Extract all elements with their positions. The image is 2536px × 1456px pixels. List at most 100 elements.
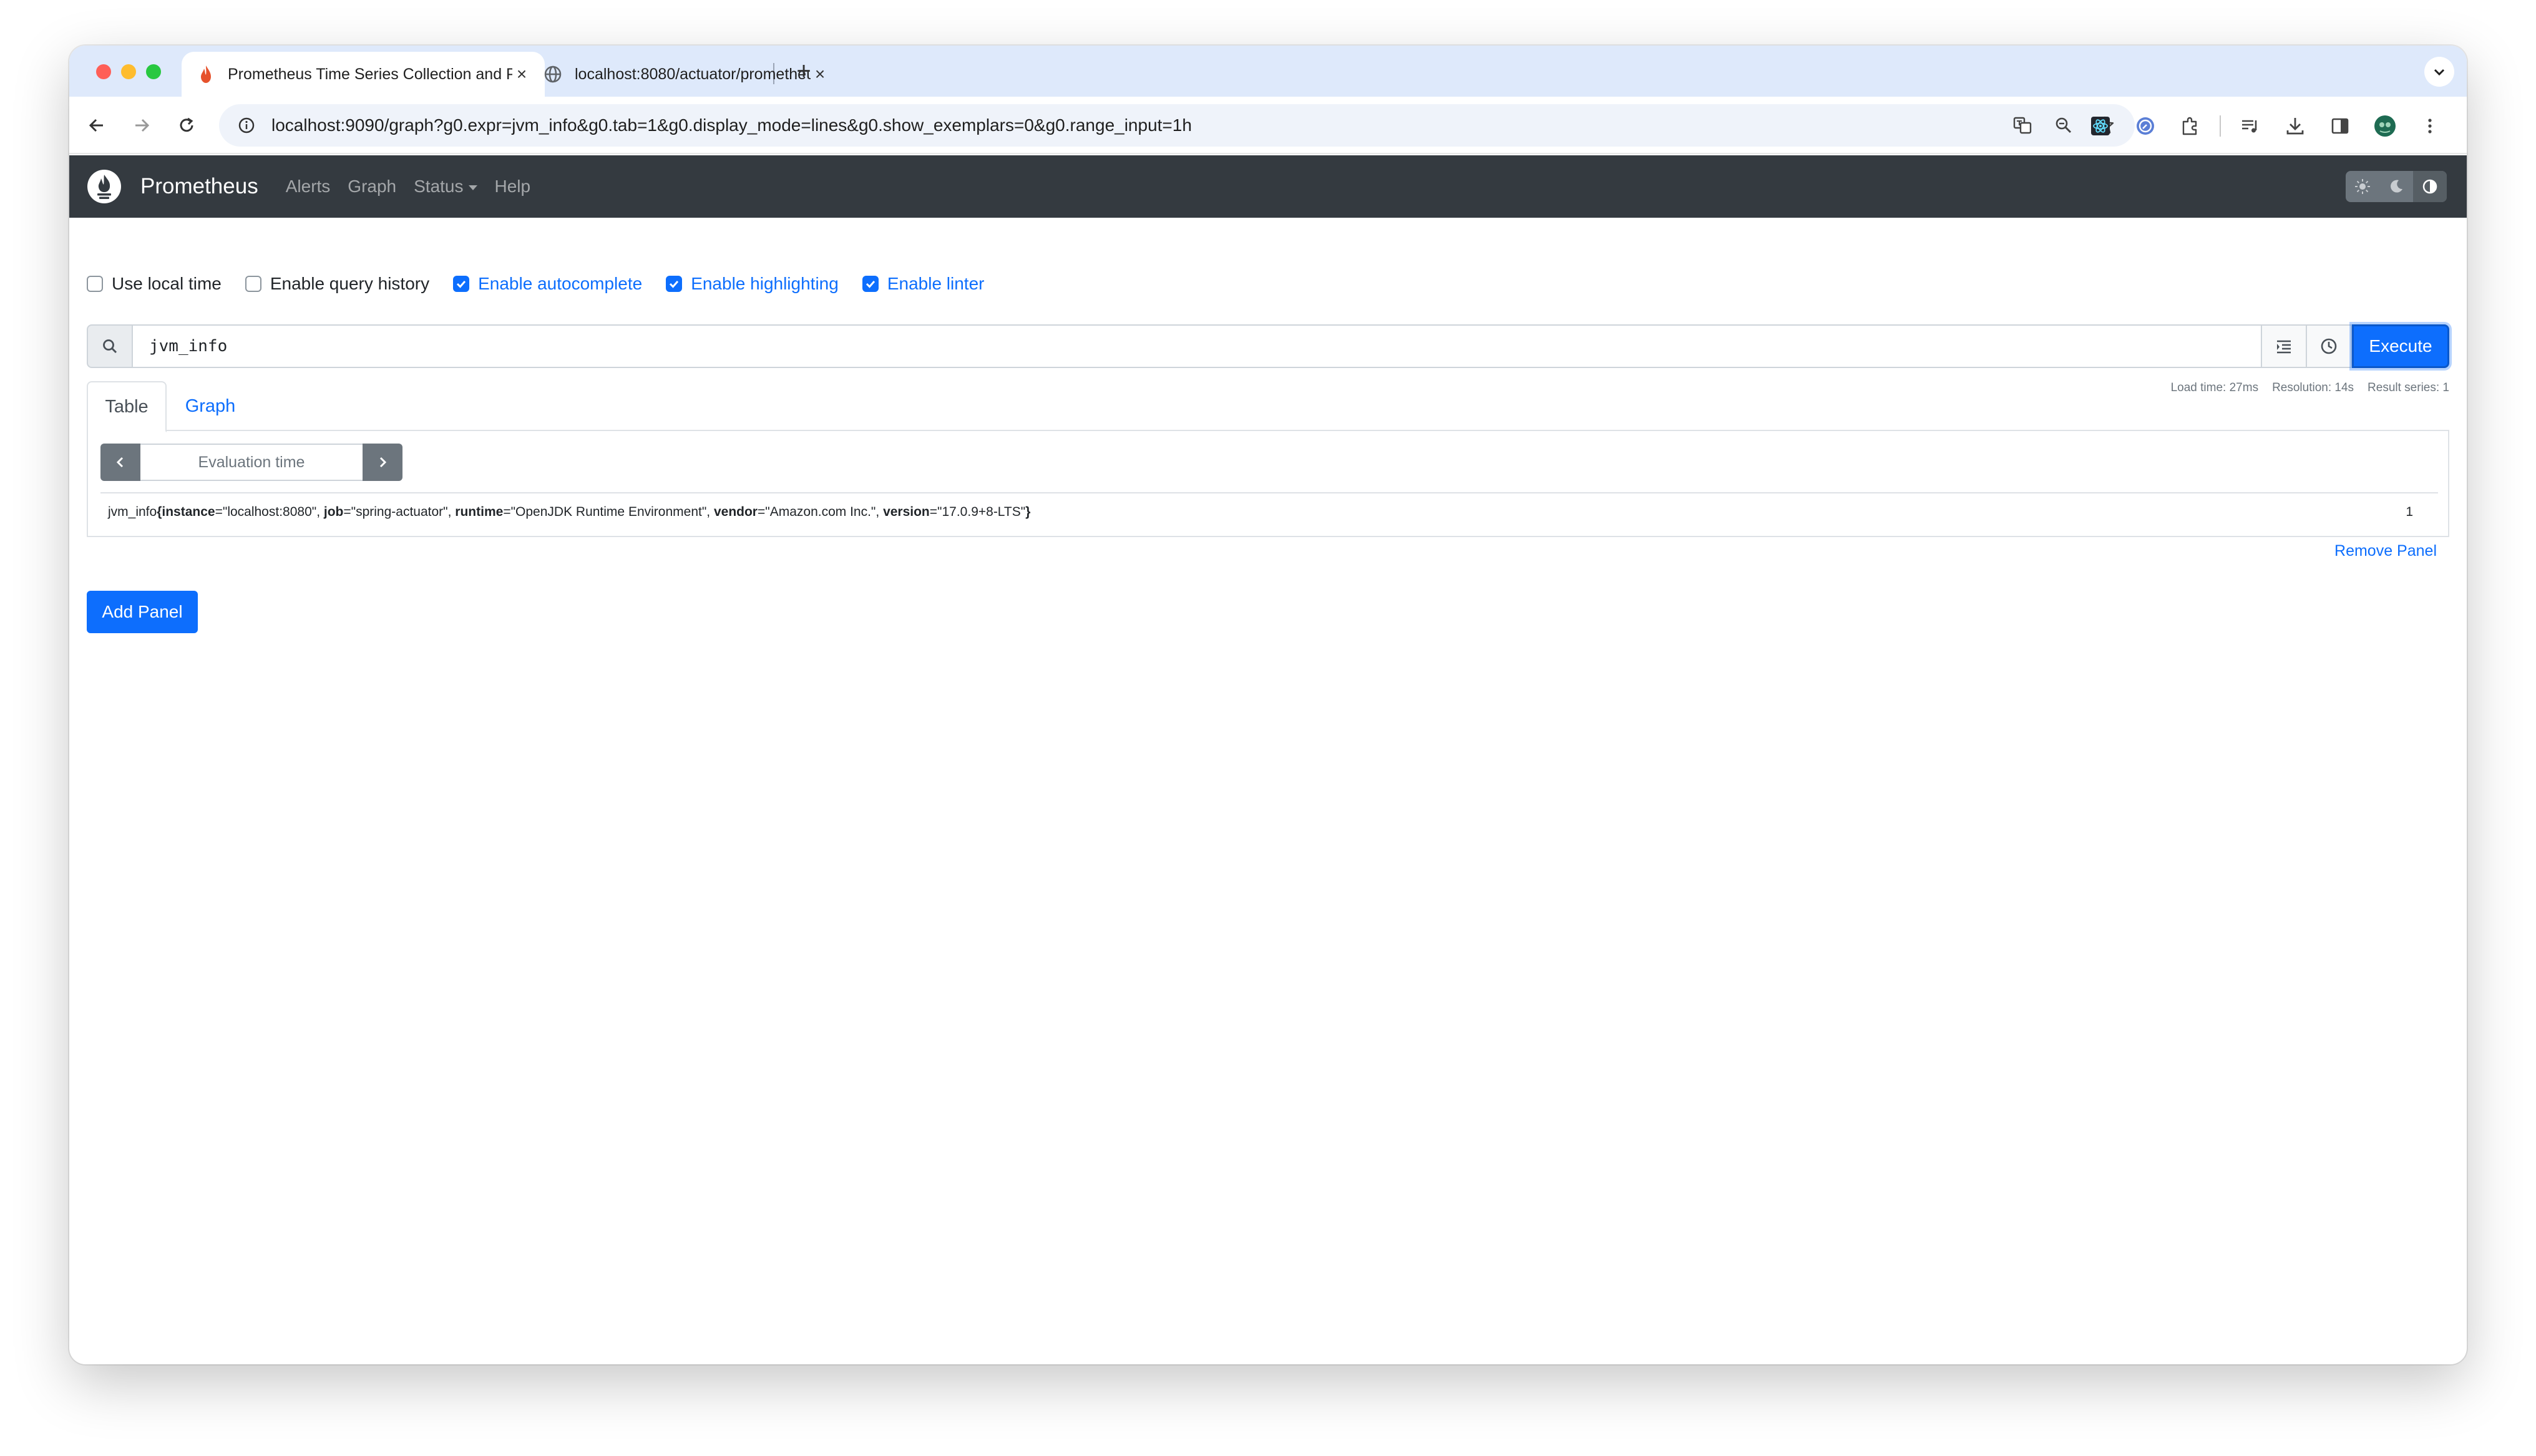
theme-switcher bbox=[2346, 171, 2447, 202]
label-value: "Amazon.com Inc." bbox=[765, 505, 876, 519]
back-button[interactable] bbox=[82, 110, 112, 140]
label-value: "spring-actuator" bbox=[351, 505, 448, 519]
checkbox-checked[interactable] bbox=[666, 276, 683, 292]
toolbar-separator bbox=[2220, 115, 2221, 137]
checkbox-checked[interactable] bbox=[862, 276, 879, 292]
option-label: Enable query history bbox=[270, 274, 430, 293]
history-button[interactable] bbox=[2307, 324, 2352, 368]
chevron-left-icon bbox=[116, 457, 124, 468]
side-panel-icon[interactable] bbox=[2324, 110, 2356, 142]
browser-tab-actuator[interactable]: localhost:8080/actuator/prometheus × bbox=[469, 52, 843, 97]
label-name: version bbox=[883, 505, 930, 519]
caret-down-icon bbox=[468, 185, 477, 190]
expression-input-group: jvm_info Execute bbox=[87, 324, 2449, 368]
expression-input[interactable]: jvm_info bbox=[133, 324, 2262, 368]
list-icon bbox=[2277, 340, 2291, 354]
option-query-history[interactable]: Enable query history bbox=[245, 274, 429, 294]
new-tab-button[interactable]: + bbox=[788, 56, 819, 87]
address-bar[interactable]: localhost:9090/graph?g0.expr=jvm_info&g0… bbox=[219, 104, 2135, 147]
series-value: 1 bbox=[2406, 505, 2413, 519]
label-value: "OpenJDK Runtime Environment" bbox=[510, 505, 707, 519]
option-highlighting[interactable]: Enable highlighting bbox=[666, 274, 839, 294]
option-linter[interactable]: Enable linter bbox=[862, 274, 985, 294]
prometheus-logo-icon[interactable] bbox=[87, 169, 122, 204]
checkbox[interactable] bbox=[245, 276, 261, 292]
browser-toolbar: localhost:9090/graph?g0.expr=jvm_info&g0… bbox=[69, 97, 2467, 154]
add-panel-button[interactable]: Add Panel bbox=[87, 591, 198, 633]
extensions-puzzle-icon[interactable] bbox=[2175, 110, 2206, 142]
more-menu-icon[interactable] bbox=[2414, 110, 2446, 142]
table-row: jvm_info{instance="localhost:8080", job=… bbox=[100, 492, 2438, 531]
label-name: job bbox=[323, 505, 344, 519]
option-autocomplete[interactable]: Enable autocomplete bbox=[453, 274, 642, 294]
translate-icon[interactable] bbox=[2007, 110, 2037, 140]
evaluation-time-group: Evaluation time bbox=[100, 444, 402, 481]
react-devtools-icon[interactable] bbox=[2085, 110, 2116, 142]
url-text: localhost:9090/graph?g0.expr=jvm_info&g0… bbox=[271, 115, 1192, 135]
eval-prev-button[interactable] bbox=[100, 444, 140, 481]
check-icon bbox=[457, 281, 466, 288]
reload-button[interactable] bbox=[172, 110, 202, 140]
tab-graph[interactable]: Graph bbox=[167, 381, 254, 431]
globe-icon bbox=[542, 64, 563, 85]
remove-panel-link[interactable]: Remove Panel bbox=[2334, 542, 2437, 560]
option-label: Enable highlighting bbox=[691, 274, 839, 293]
nav-link-status-label: Status bbox=[414, 177, 464, 196]
half-circle-icon bbox=[2422, 179, 2437, 194]
resolution: Resolution: 14s bbox=[2272, 381, 2354, 394]
label-name: vendor bbox=[713, 505, 758, 519]
option-use-local-time[interactable]: Use local time bbox=[87, 274, 222, 294]
checkbox-checked[interactable] bbox=[453, 276, 470, 292]
tab-strip: Prometheus Time Series Collection and Pr… bbox=[69, 46, 2467, 97]
label-value: "17.0.9+8-LTS" bbox=[937, 505, 1026, 519]
maximize-window-button[interactable] bbox=[146, 64, 161, 79]
prometheus-favicon-icon bbox=[195, 64, 217, 85]
label-name: instance bbox=[162, 505, 215, 519]
arrow-right-icon bbox=[135, 119, 150, 132]
checkbox[interactable] bbox=[87, 276, 103, 292]
metrics-explorer-button[interactable] bbox=[2262, 324, 2307, 368]
brand-title[interactable]: Prometheus bbox=[140, 174, 258, 199]
label-name: runtime bbox=[455, 505, 504, 519]
nav-link-alerts[interactable]: Alerts bbox=[286, 177, 331, 197]
extension-compass-icon[interactable] bbox=[2130, 110, 2161, 142]
label-value: "localhost:8080" bbox=[222, 505, 317, 519]
light-theme-button[interactable] bbox=[2346, 171, 2379, 202]
browser-window: Prometheus Time Series Collection and Pr… bbox=[69, 46, 2467, 1364]
load-time: Load time: 27ms bbox=[2170, 381, 2259, 394]
forward-button[interactable] bbox=[127, 110, 157, 140]
result-series: Result series: 1 bbox=[2368, 381, 2449, 394]
prometheus-navbar: Prometheus Alerts Graph Status Help bbox=[69, 155, 2467, 218]
check-icon bbox=[866, 281, 875, 288]
query-stats: Load time: 27ms Resolution: 14s Result s… bbox=[2171, 381, 2449, 395]
eval-next-button[interactable] bbox=[363, 444, 402, 481]
execute-button[interactable]: Execute bbox=[2352, 324, 2449, 368]
download-icon[interactable] bbox=[2280, 110, 2311, 142]
dark-theme-button[interactable] bbox=[2379, 171, 2413, 202]
nav-link-status[interactable]: Status bbox=[414, 177, 477, 197]
reload-icon bbox=[180, 117, 193, 132]
extensions-area bbox=[2085, 110, 2446, 142]
site-info-icon[interactable] bbox=[234, 113, 259, 138]
tab-search-button[interactable] bbox=[2424, 57, 2454, 87]
close-window-button[interactable] bbox=[96, 64, 111, 79]
evaluation-time-input[interactable]: Evaluation time bbox=[140, 444, 363, 481]
nav-link-help[interactable]: Help bbox=[495, 177, 531, 197]
chevron-down-icon bbox=[2434, 69, 2445, 76]
arrow-left-icon bbox=[89, 119, 103, 132]
nav-link-graph[interactable]: Graph bbox=[348, 177, 396, 197]
metric-name: jvm_info bbox=[108, 505, 157, 519]
minimize-window-button[interactable] bbox=[121, 64, 136, 79]
option-label: Use local time bbox=[112, 274, 222, 293]
tab-title: localhost:8080/actuator/prometheus bbox=[575, 65, 811, 83]
profile-avatar[interactable] bbox=[2369, 110, 2401, 142]
table-panel: Evaluation time jvm_info{instance="local… bbox=[87, 431, 2449, 537]
series-labels: jvm_info{instance="localhost:8080", job=… bbox=[108, 505, 1031, 519]
zoom-icon[interactable] bbox=[2049, 110, 2079, 140]
media-queue-icon[interactable] bbox=[2235, 110, 2266, 142]
tab-table[interactable]: Table bbox=[87, 381, 167, 432]
panel-tabs: Table Graph bbox=[87, 381, 2449, 432]
auto-theme-button[interactable] bbox=[2413, 171, 2447, 202]
option-label: Enable linter bbox=[887, 274, 985, 293]
check-icon bbox=[670, 281, 679, 288]
